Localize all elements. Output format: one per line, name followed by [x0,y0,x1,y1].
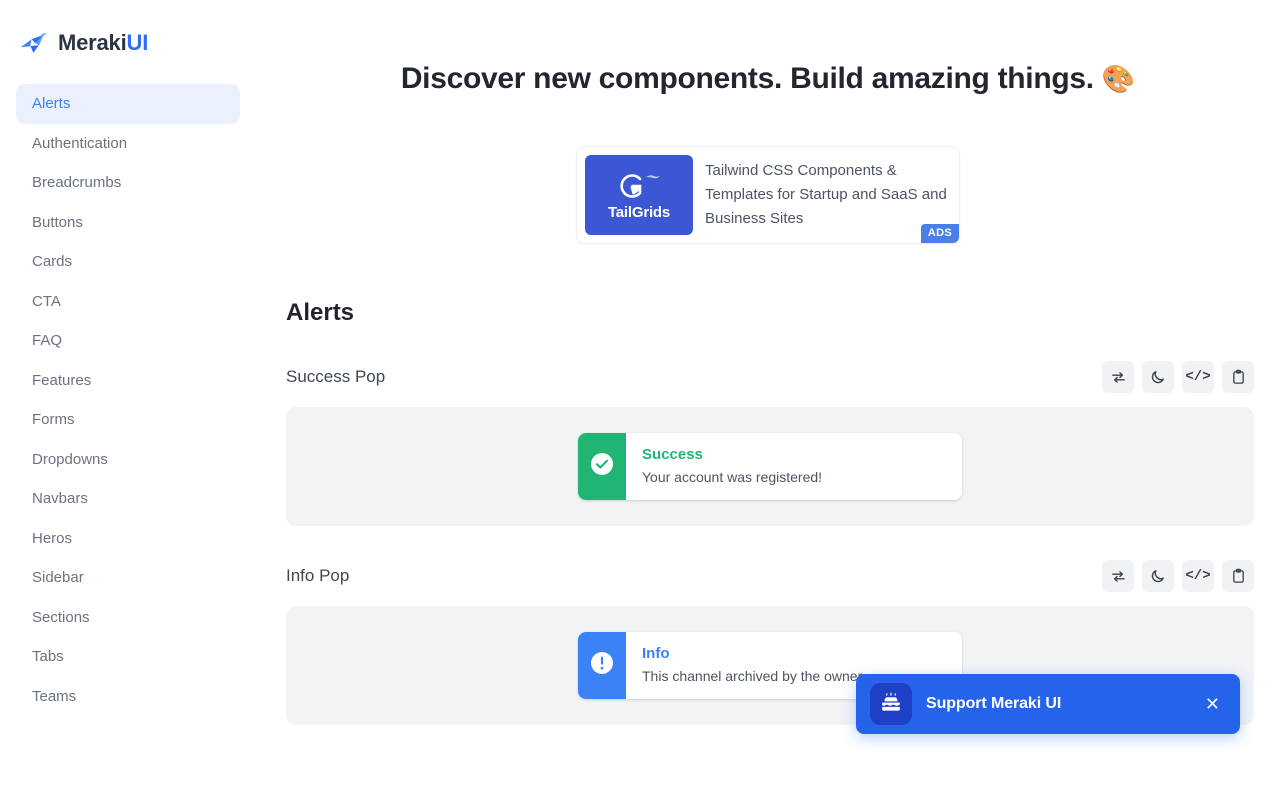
tailgrids-g-logo-icon [616,169,662,203]
code-brackets-icon: </> [1185,568,1211,584]
clipboard-icon [1231,369,1246,385]
component-toolbar: </> [1102,560,1254,592]
page-title-text: Discover new components. Build amazing t… [400,62,1094,95]
sidebar-item-authentication[interactable]: Authentication [16,124,240,164]
component-toolbar: </> [1102,361,1254,393]
support-banner[interactable]: Support Meraki UI ✕ [856,674,1240,734]
sidebar-item-dropdowns[interactable]: Dropdowns [16,440,240,480]
sidebar-item-sections[interactable]: Sections [16,598,240,638]
swap-arrows-icon [1111,569,1126,584]
alert-message: Your account was registered! [642,469,823,485]
brand[interactable]: MerakiUI [16,28,240,58]
ad-wrapper: TailGrids Tailwind CSS Components & Temp… [280,146,1256,244]
block-label-info-pop: Info Pop [286,566,350,585]
sidebar: MerakiUI Alerts Authentication Breadcrum… [0,0,256,800]
sidebar-item-faq[interactable]: FAQ [16,321,240,361]
sidebar-item-cards[interactable]: Cards [16,242,240,282]
bird-logo-icon [18,28,48,58]
copy-code-button[interactable] [1222,361,1254,393]
ad-logo-text: TailGrids [607,204,671,221]
block-header: Info Pop </> [286,560,1254,592]
view-code-button[interactable]: </> [1182,560,1214,592]
block-label-success-pop: Success Pop [286,367,386,386]
ad-logo: TailGrids [585,155,693,235]
alert-icon-wrapper [578,632,626,699]
sidebar-item-buttons[interactable]: Buttons [16,203,240,243]
check-circle-icon [589,451,615,482]
view-code-button[interactable]: </> [1182,361,1214,393]
alert-body: Info This channel archived by the owner [626,632,878,699]
sidebar-item-cta[interactable]: CTA [16,282,240,322]
brand-title-part1: Meraki [58,30,127,55]
sidebar-item-teams[interactable]: Teams [16,677,240,717]
block-header: Success Pop </> [286,361,1254,393]
ad-card[interactable]: TailGrids Tailwind CSS Components & Temp… [576,146,960,244]
palette-emoji-icon: 🎨 [1101,64,1136,94]
alert-success: Success Your account was registered! [578,433,962,500]
sidebar-item-forms[interactable]: Forms [16,400,240,440]
section-title: Alerts [286,299,355,326]
brand-title-part2: UI [126,30,149,55]
sidebar-item-heros[interactable]: Heros [16,519,240,559]
rtl-toggle-button[interactable] [1102,560,1134,592]
support-icon-wrapper [870,683,912,725]
ads-badge: ADS [920,224,959,243]
sidebar-item-breadcrumbs[interactable]: Breadcrumbs [16,163,240,203]
page-title: Discover new components. Build amazing t… [280,62,1256,96]
sidebar-item-alerts[interactable]: Alerts [16,84,240,124]
alert-title: Success [642,446,703,463]
dark-mode-toggle-button[interactable] [1142,560,1174,592]
page-root: MerakiUI Alerts Authentication Breadcrum… [0,0,1280,800]
alert-body: Success Your account was registered! [626,433,838,500]
sidebar-nav: Alerts Authentication Breadcrumbs Button… [16,84,240,716]
close-icon[interactable]: ✕ [1199,691,1226,717]
dark-mode-toggle-button[interactable] [1142,361,1174,393]
preview-success-pop: Success Your account was registered! [286,407,1254,526]
sidebar-item-sidebar[interactable]: Sidebar [16,558,240,598]
moon-icon [1150,369,1166,385]
brand-title: MerakiUI [58,30,148,56]
swap-arrows-icon [1111,370,1126,385]
code-brackets-icon: </> [1185,369,1211,385]
block-success-pop: Success Pop </> Success Your account was… [280,361,1256,526]
copy-code-button[interactable] [1222,560,1254,592]
moon-icon [1150,568,1166,584]
ad-text: Tailwind CSS Components & Templates for … [705,162,947,227]
sidebar-item-tabs[interactable]: Tabs [16,637,240,677]
alert-title: Info [642,645,670,662]
clipboard-icon [1231,568,1246,584]
support-banner-text: Support Meraki UI [926,695,1062,712]
birthday-cake-icon [879,690,903,719]
sidebar-item-features[interactable]: Features [16,361,240,401]
rtl-toggle-button[interactable] [1102,361,1134,393]
alert-message: This channel archived by the owner [642,668,863,684]
sidebar-item-navbars[interactable]: Navbars [16,479,240,519]
alert-icon-wrapper [578,433,626,500]
exclamation-circle-icon [589,650,615,681]
